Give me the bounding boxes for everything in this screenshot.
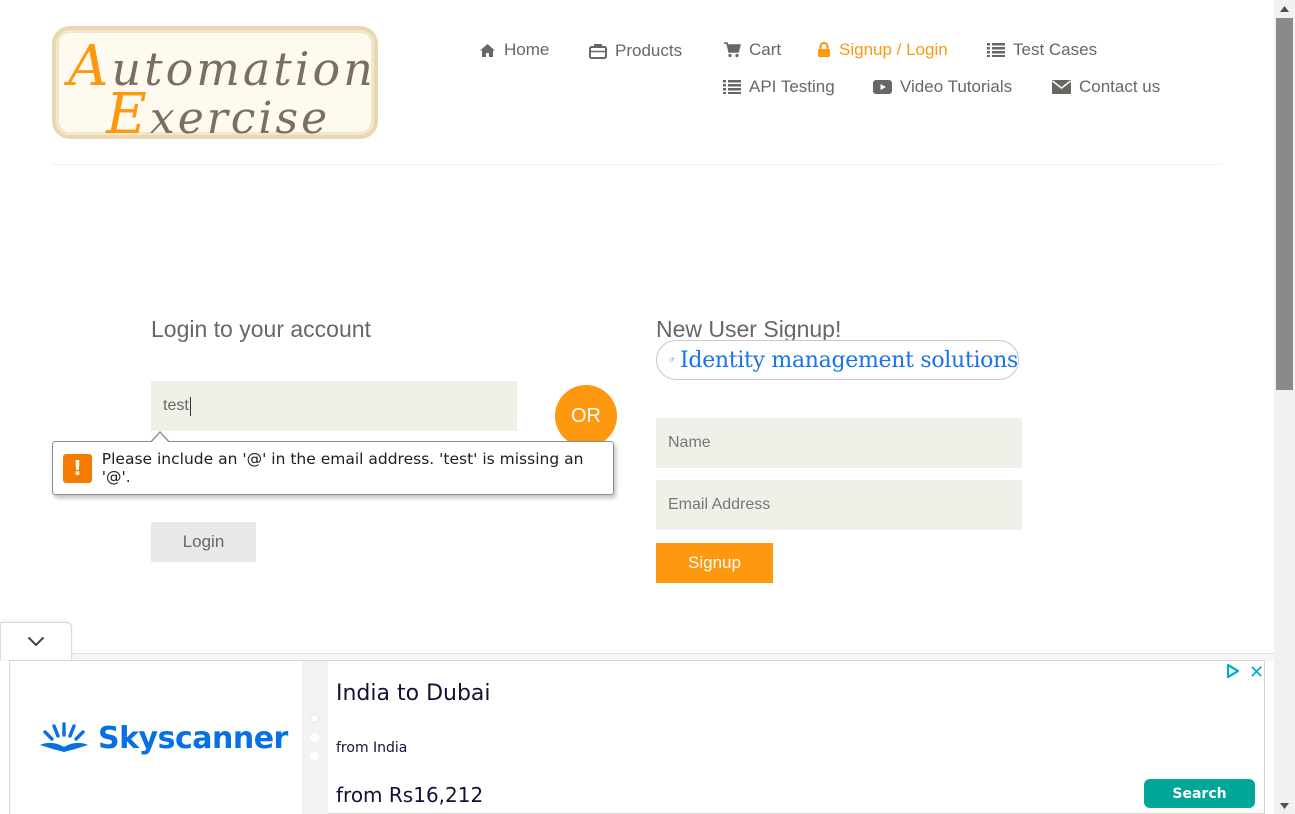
scroll-down-arrow-icon[interactable]: [1274, 797, 1295, 814]
nav-signup-login[interactable]: Signup / Login: [817, 40, 948, 60]
briefcase-icon: [589, 44, 607, 59]
carousel-dot[interactable]: [310, 752, 319, 761]
page-viewport: Automation Exercise Home Products Cart S…: [0, 0, 1274, 814]
nav-api-testing-label: API Testing: [749, 77, 835, 96]
nav-video-tutorials-label: Video Tutorials: [900, 77, 1013, 96]
tooltip-arrow-inner: [151, 433, 169, 443]
ad-brand-name: Skyscanner: [98, 720, 288, 756]
or-badge: OR: [555, 385, 617, 447]
ad-from-label: from India: [336, 740, 408, 756]
login-email-value: test: [163, 397, 189, 414]
list-icon: [987, 43, 1005, 57]
nav-home-label: Home: [504, 40, 550, 59]
nav-cart[interactable]: Cart: [723, 40, 781, 60]
ad-collapse-tab[interactable]: [0, 622, 72, 660]
warning-icon: !: [63, 453, 92, 483]
login-email-input[interactable]: test: [151, 381, 517, 431]
tag-icon: [669, 357, 674, 363]
nav-contact-us-label: Contact us: [1079, 77, 1161, 96]
signup-email-input[interactable]: Email Address: [656, 480, 1022, 530]
nav-signup-login-label: Signup / Login: [839, 40, 948, 59]
header-divider: [52, 164, 1222, 165]
signup-name-input[interactable]: Name: [656, 418, 1022, 468]
logo-line-2: Exercise: [106, 82, 331, 147]
scrollbar-thumb[interactable]: [1276, 18, 1293, 390]
ad-headline: India to Dubai: [336, 681, 491, 706]
login-title: Login to your account: [151, 316, 371, 342]
youtube-icon: [873, 80, 892, 94]
lock-icon: [818, 42, 830, 57]
adchoices-icon[interactable]: [1225, 663, 1241, 679]
ad-price: from Rs16,212: [336, 783, 484, 807]
nav-home[interactable]: Home: [479, 40, 549, 60]
nav-cart-label: Cart: [749, 40, 782, 59]
skyscanner-logo-icon: [40, 722, 88, 752]
signup-button[interactable]: Signup: [656, 543, 773, 583]
ad-search-button[interactable]: Search: [1144, 779, 1255, 808]
site-logo[interactable]: Automation Exercise: [52, 26, 378, 147]
ad-close-icon[interactable]: ✕: [1249, 662, 1264, 683]
ad-carousel-dots: [302, 661, 328, 814]
scroll-up-arrow-icon[interactable]: [1274, 0, 1295, 17]
vertical-scrollbar[interactable]: [1274, 0, 1295, 814]
home-icon: [480, 43, 495, 57]
nav-products[interactable]: Products: [589, 41, 682, 61]
cart-icon: [724, 42, 741, 58]
skyscanner-ad[interactable]: Skyscanner India to Dubai from India fro…: [9, 660, 1265, 814]
identity-management-text: Identity management solutions: [680, 347, 1018, 373]
envelope-icon: [1052, 80, 1071, 94]
login-button[interactable]: Login: [151, 522, 256, 562]
signup-title: New User Signup!: [656, 316, 842, 342]
nav-test-cases-label: Test Cases: [1013, 40, 1098, 59]
identity-management-link[interactable]: Identity management solutions: [656, 340, 1019, 380]
carousel-dot[interactable]: [310, 733, 319, 742]
carousel-dot[interactable]: [310, 714, 319, 723]
nav-products-label: Products: [615, 41, 683, 60]
nav-api-testing[interactable]: API Testing: [723, 77, 835, 97]
nav-video-tutorials[interactable]: Video Tutorials: [873, 77, 1012, 97]
ad-brand-area: Skyscanner: [10, 661, 302, 814]
text-caret: [189, 396, 191, 416]
validation-tooltip: ! Please include an '@' in the email add…: [52, 441, 614, 495]
chevron-down-icon: [27, 636, 45, 647]
validation-message: Please include an '@' in the email addre…: [101, 450, 584, 486]
nav-contact-us[interactable]: Contact us: [1052, 77, 1160, 97]
list-icon: [723, 80, 741, 94]
nav-test-cases[interactable]: Test Cases: [987, 40, 1097, 60]
